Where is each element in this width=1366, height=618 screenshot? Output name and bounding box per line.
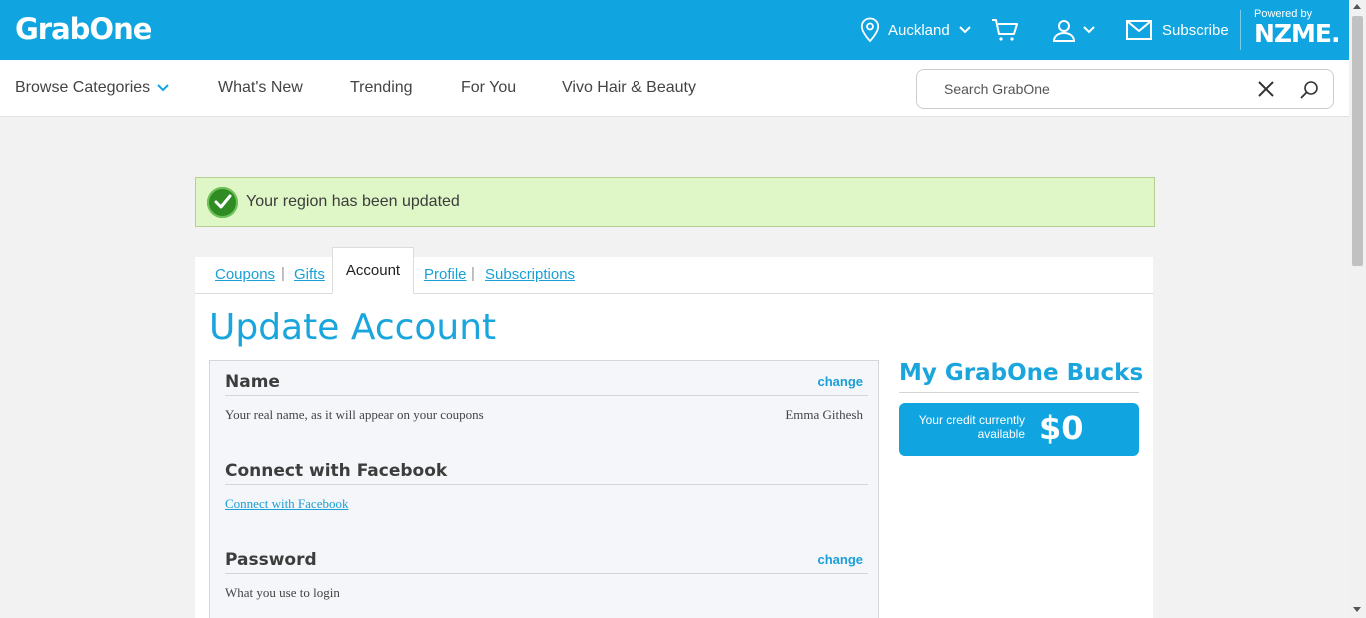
grabone-bucks-title: My GrabOne Bucks [899,360,1144,386]
envelope-icon [1126,20,1152,40]
nav-vivo-hair-beauty[interactable]: Vivo Hair & Beauty [562,60,696,116]
tab-subscriptions[interactable]: Subscriptions [485,266,575,283]
scroll-down-arrow-icon[interactable] [1353,607,1361,612]
page-title: Update Account [209,307,497,348]
nzme-badge[interactable]: Powered by NZME. [1254,8,1341,48]
name-section: Name change Your real name, as it will a… [225,372,868,422]
location-selector[interactable]: Auckland [860,0,972,60]
facebook-section-header: Connect with Facebook [225,461,868,485]
checkmark-icon [207,186,238,218]
tab-account[interactable]: Account [332,247,414,294]
credit-label: Your credit currently available [918,413,1025,441]
connect-facebook-link[interactable]: Connect with Facebook [225,496,348,512]
password-description: What you use to login [225,585,340,600]
name-value: Emma Githesh [785,407,863,422]
chevron-down-icon [959,26,971,34]
nzme-logo: NZME. [1254,19,1341,48]
cart-icon [992,19,1018,41]
search-input[interactable] [944,79,1244,99]
location-pin-icon [860,17,880,43]
tab-separator: | [471,265,475,282]
password-section-header: Password change [225,550,868,574]
search-bar [916,69,1334,109]
chevron-down-icon [157,84,169,92]
tab-gifts[interactable]: Gifts [294,266,325,283]
cart-button[interactable] [991,0,1019,60]
user-icon [1052,20,1076,42]
facebook-section-title: Connect with Facebook [225,461,448,481]
password-section-title: Password [225,550,317,570]
nav-trending[interactable]: Trending [350,60,413,116]
nav-for-you[interactable]: For You [461,60,516,116]
name-description: Your real name, as it will appear on you… [225,407,484,422]
name-section-header: Name change [225,372,868,396]
top-bar: GrabOne Auckland Subscribe Powered by NZ… [0,0,1349,60]
password-section: Password change What you use to login [225,550,868,600]
browse-categories-button[interactable]: Browse Categories [15,60,170,116]
tab-coupons[interactable]: Coupons [215,266,275,283]
account-tabs: Coupons | Gifts Account Profile | Subscr… [195,247,1153,294]
account-panel: Update Account Name change Your real nam… [195,294,1153,618]
account-form: Name change Your real name, as it will a… [209,360,879,618]
nav-whats-new[interactable]: What's New [218,60,303,116]
topbar-divider [1240,10,1241,50]
credit-amount: $0 [1039,409,1084,447]
change-name-link[interactable]: change [817,374,863,389]
chevron-down-icon [1083,26,1095,34]
tab-profile[interactable]: Profile [424,266,467,283]
credit-balance-box: Your credit currently available $0 [899,403,1139,456]
name-section-title: Name [225,372,280,392]
scrollbar-thumb[interactable] [1352,16,1363,266]
account-menu[interactable] [1052,0,1096,60]
subscribe-button[interactable]: Subscribe [1126,0,1229,60]
scroll-up-arrow-icon[interactable] [1353,4,1361,9]
bucks-divider [899,392,1139,393]
tab-separator: | [281,265,285,282]
search-icon[interactable] [1299,80,1319,100]
alert-message: Your region has been updated [246,193,460,210]
main-nav: Browse Categories What's New Trending Fo… [0,60,1349,117]
browse-categories-label: Browse Categories [15,79,151,96]
change-password-link[interactable]: change [817,552,863,567]
region-updated-alert: Your region has been updated [195,177,1155,227]
facebook-section: Connect with Facebook Connect with Faceb… [225,461,868,511]
page-scrollbar[interactable] [1349,0,1366,618]
close-icon[interactable] [1257,80,1275,98]
location-label: Auckland [888,21,950,39]
subscribe-label: Subscribe [1162,21,1229,39]
grabone-logo[interactable]: GrabOne [15,12,152,46]
